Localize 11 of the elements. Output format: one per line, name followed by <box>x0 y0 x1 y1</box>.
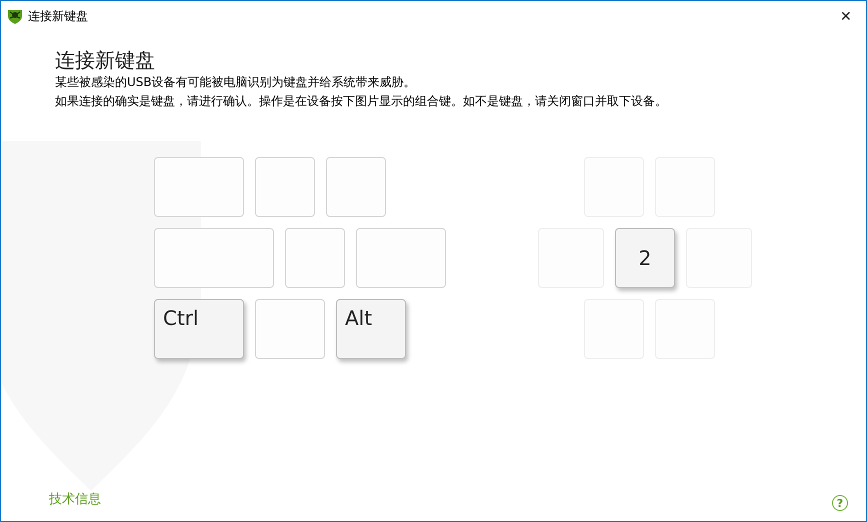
close-button[interactable]: ✕ <box>826 1 866 31</box>
keyboard-key: 2 <box>615 228 675 288</box>
page-heading: 连接新键盘 <box>55 47 156 73</box>
instruction-text: 某些被感染的USB设备有可能被电脑识别为键盘并给系统带来威胁。 <box>55 74 417 91</box>
help-icon[interactable]: ? <box>832 495 848 511</box>
shield-logo-icon <box>7 8 23 24</box>
keyboard-key: Alt <box>336 299 406 359</box>
technical-info-link[interactable]: 技术信息 <box>49 492 101 507</box>
keyboard-key: Ctrl <box>154 299 244 359</box>
instruction-text: 如果连接的确实是键盘，请进行确认。操作是在设备按下图片显示的组合键。如不是键盘，请关闭窗口并取下设备。 <box>55 93 668 110</box>
window-title: 连接新键盘 <box>28 8 89 24</box>
